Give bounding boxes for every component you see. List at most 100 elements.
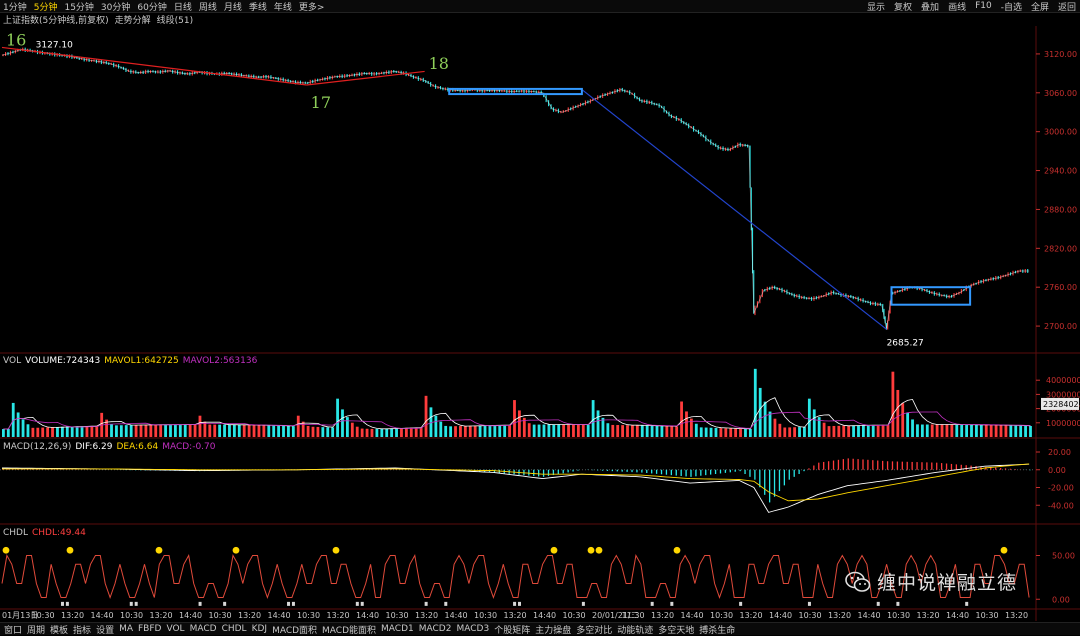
- x-axis-label: 13:20: [740, 611, 763, 620]
- volume-bar: [124, 425, 128, 437]
- volume-bar: [724, 428, 728, 437]
- volume-bar: [1009, 425, 1013, 437]
- x-axis-label: 13:20: [1005, 611, 1028, 620]
- volume-bar: [188, 424, 192, 437]
- volume-bar: [729, 428, 733, 437]
- volume-bar: [950, 424, 954, 437]
- volume-bar: [685, 411, 688, 437]
- volume-bar: [198, 415, 202, 437]
- chdl-top-marker: [332, 546, 340, 554]
- price-tick-label: 2880.00: [1044, 205, 1077, 214]
- macd-pane-labels: MACD(12,26,9) DIF:6.29 DEA:6.64 MACD:-0.…: [3, 441, 215, 453]
- volume-bar: [159, 424, 163, 437]
- chdl-pane-labels: CHDL CHDL:49.44: [3, 527, 86, 539]
- watermark-text: 缠中说禅融立德: [877, 572, 1018, 594]
- volume-bar: [542, 424, 546, 437]
- volume-bar: [916, 424, 919, 437]
- mavol2-value: MAVOL2:563136: [182, 356, 258, 366]
- x-axis-label: 14:40: [769, 611, 792, 620]
- volume-bar: [768, 411, 772, 437]
- indicator-tab[interactable]: MA: [119, 624, 133, 634]
- volume-bar: [650, 425, 654, 437]
- chdl-signal-block: [896, 601, 900, 606]
- chdl-signal-block: [198, 601, 202, 606]
- volume-bar: [581, 424, 585, 437]
- volume-bar: [793, 427, 796, 437]
- dif-line: [2, 463, 1030, 513]
- volume-bar: [567, 424, 570, 437]
- volume-bar: [955, 424, 959, 437]
- volume-bar: [788, 427, 792, 437]
- indicator-tab[interactable]: MACD2: [419, 624, 452, 634]
- volume-bar: [970, 424, 973, 437]
- volume-bar: [1024, 425, 1027, 437]
- volume-bar: [891, 371, 895, 437]
- volume-bar: [203, 421, 207, 437]
- volume-bar: [739, 428, 742, 437]
- indicator-tab[interactable]: FBFD: [138, 624, 161, 634]
- volume-bar: [940, 424, 944, 437]
- volume-bar: [139, 424, 143, 437]
- chart-canvas[interactable]: 3120.00 3060.00 3000.00 2940.00 2880.00 2820.…: [0, 0, 1080, 634]
- volume-bar: [611, 424, 615, 437]
- macd-tick-label: -20.00: [1048, 484, 1074, 493]
- volume-bar: [640, 425, 644, 437]
- volume-bar: [463, 425, 467, 437]
- volume-bar: [60, 426, 64, 437]
- volume-bar: [862, 425, 865, 437]
- volume-bar: [208, 424, 212, 437]
- volume-bar: [341, 409, 344, 437]
- x-axis-label: 14:40: [681, 611, 704, 620]
- volume-bar: [355, 426, 359, 437]
- volume-bar: [694, 423, 698, 437]
- macd-tick-label: 0.00: [1048, 466, 1066, 475]
- dea-value: DEA:6.64: [116, 442, 159, 452]
- volume-bar: [346, 417, 349, 437]
- indicator-tab[interactable]: MACD: [190, 624, 217, 634]
- volume-bar: [444, 425, 448, 437]
- chdl-top-marker: [1000, 546, 1008, 554]
- volume-bar: [237, 424, 241, 437]
- volume-bar: [193, 424, 197, 437]
- volume-bar: [119, 425, 123, 437]
- chdl-top-marker: [550, 546, 558, 554]
- volume-tick-label: 4000000: [1046, 376, 1080, 385]
- volume-bar: [336, 398, 339, 437]
- volume-bar: [291, 426, 295, 437]
- chdl-top-marker: [232, 546, 240, 554]
- indicator-tab[interactable]: MACD3: [456, 624, 489, 634]
- volume-bar: [965, 424, 968, 437]
- vol-label: VOL: [3, 356, 22, 366]
- volume-bar: [277, 425, 280, 437]
- volume-bar: [635, 425, 639, 437]
- volume-bar: [979, 424, 983, 437]
- indicator-tab[interactable]: CHDL: [222, 624, 247, 634]
- volume-bar: [920, 424, 924, 437]
- chdl-signal-block: [65, 601, 69, 606]
- volume-bar: [400, 428, 403, 437]
- x-axis-label: 14:40: [356, 611, 379, 620]
- x-axis-label: 13:20: [917, 611, 940, 620]
- x-axis-label: 13:20: [327, 611, 350, 620]
- volume-bar: [316, 426, 320, 437]
- indicator-tab[interactable]: KDJ: [252, 624, 268, 634]
- volume-bar: [601, 417, 605, 437]
- price-tick-label: 2940.00: [1044, 167, 1077, 176]
- x-axis-label: 13:20: [415, 611, 438, 620]
- x-axis-label: 10:30: [710, 611, 733, 620]
- segment-point-label: 18: [429, 54, 449, 73]
- volume-bar: [2, 429, 5, 437]
- volume-bar: [419, 427, 423, 437]
- x-axis-label: 13:20: [150, 611, 173, 620]
- indicator-tab[interactable]: MACD1: [381, 624, 414, 634]
- volume-bar: [989, 425, 993, 437]
- mavol2-line: [3, 411, 1031, 430]
- volume-bar: [483, 425, 487, 437]
- volume-bar: [734, 428, 738, 437]
- x-axis-label: 10:30: [799, 611, 822, 620]
- indicator-tab[interactable]: VOL: [166, 624, 184, 634]
- volume-bar: [586, 424, 590, 437]
- macd-tick-label: -40.00: [1048, 501, 1074, 510]
- volume-bar: [670, 426, 674, 437]
- volume-bar: [547, 424, 551, 437]
